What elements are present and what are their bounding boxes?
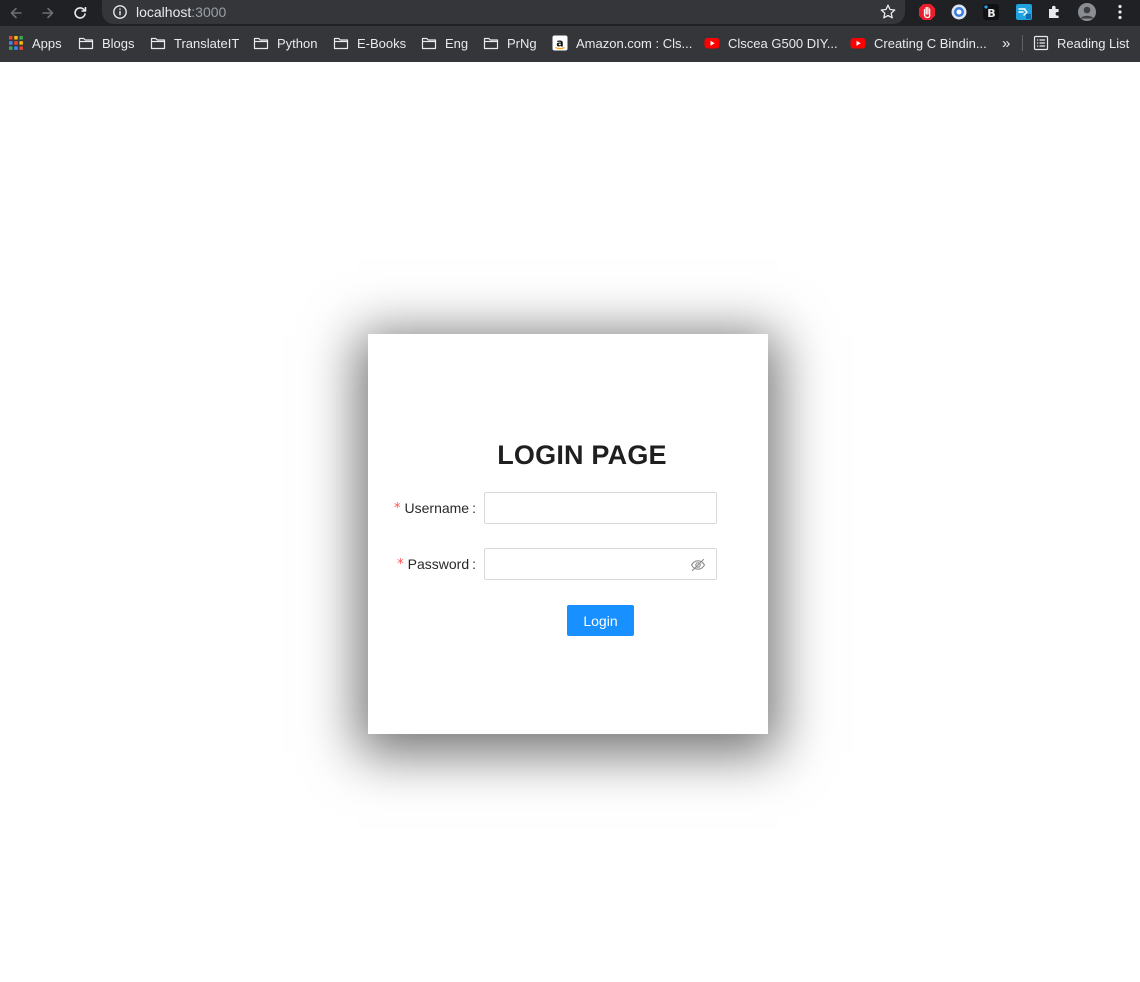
svg-text:a: a [556,37,563,50]
extension-b[interactable]: B [981,2,1001,22]
folder-icon [421,37,437,50]
bookmark-label: Creating C Bindin... [874,35,987,51]
reading-list-label: Reading List [1057,35,1130,51]
translate-arrow-icon [1016,4,1032,20]
url-host: localhost [136,4,192,20]
bookmark-youtube-bindings[interactable]: Creating C Bindin... [850,26,987,60]
bookmark-folder-prng[interactable]: PrNg [483,26,537,60]
b-badge-icon: B [983,4,999,20]
label-colon: : [472,500,476,516]
bookmark-label: Amazon.com : Cls... [576,35,693,51]
puzzle-piece-icon [1049,5,1059,18]
amazon-icon: a [552,35,568,51]
extension-circle[interactable] [949,2,969,22]
bookmarks-divider [1022,35,1023,51]
youtube-icon [850,38,866,49]
apps-grid-icon [9,36,23,50]
bookmark-apps[interactable]: Apps [8,26,62,60]
bookmark-label: Clscea G500 DIY... [728,35,838,51]
folder-icon [253,37,269,50]
username-label: * Username : [394,492,476,524]
password-input-wrapper [484,548,717,580]
username-input[interactable] [485,493,716,523]
more-vertical-icon [1118,4,1122,20]
extensions-menu[interactable] [1045,2,1065,22]
url-port: :3000 [191,4,227,20]
bookmark-label: PrNg [507,35,537,51]
forward-button[interactable] [37,2,59,24]
page-viewport: LOGIN PAGE * Username : * Password : Log… [0,62,1140,982]
username-label-text: Username [404,500,470,516]
chevron-double-right-icon: » [1002,34,1011,52]
required-mark: * [397,556,404,572]
required-mark: * [394,500,401,516]
page-title: LOGIN PAGE [497,440,667,470]
username-form-item: * Username : [368,492,768,524]
forward-arrow-icon [42,7,54,19]
bookmark-star-icon[interactable] [879,3,897,21]
bookmark-amazon[interactable]: a Amazon.com : Cls... [552,26,692,60]
bookmark-folder-blogs[interactable]: Blogs [78,26,135,60]
bookmark-label: Apps [32,35,62,51]
password-input[interactable] [485,549,716,579]
extension-adblock[interactable] [917,2,937,22]
browser-menu-button[interactable] [1110,2,1130,22]
adblock-hand-icon [919,4,935,20]
avatar-icon [1078,3,1096,21]
folder-icon [78,37,94,50]
youtube-icon [704,38,720,49]
folder-icon [483,37,499,50]
extension-translate[interactable] [1014,2,1034,22]
bookmark-label: Python [277,35,318,51]
reading-list-button[interactable]: Reading List [1033,26,1129,60]
svg-text:B: B [987,7,995,20]
address-bar[interactable]: localhost:3000 [102,0,905,24]
eye-invisible-icon[interactable] [690,557,706,573]
login-button[interactable]: Login [567,605,634,636]
bookmark-folder-eng[interactable]: Eng [421,26,468,60]
bookmarks-bar: Apps Blogs TranslateIT Python E-Books En… [0,26,1140,62]
password-label-text: Password [407,556,470,572]
url-text: localhost:3000 [136,4,226,20]
bookmarks-overflow-button[interactable]: » [1002,26,1010,60]
reading-list-icon [1033,35,1049,51]
password-form-item: * Password : [368,548,768,580]
label-colon: : [472,556,476,572]
username-input-wrapper [484,492,717,524]
info-icon[interactable] [112,4,128,20]
folder-icon [333,37,349,50]
bookmark-folder-translateit[interactable]: TranslateIT [150,26,239,60]
reload-icon [74,7,87,19]
profile-avatar[interactable] [1077,2,1097,22]
bookmark-folder-python[interactable]: Python [253,26,317,60]
back-button[interactable] [5,2,27,24]
bookmark-label: Eng [445,35,469,51]
bookmark-label: TranslateIT [174,35,240,51]
target-circle-icon [951,4,967,20]
password-label: * Password : [397,548,476,580]
bookmark-label: E-Books [357,35,407,51]
bookmark-label: Blogs [102,35,135,51]
reload-button[interactable] [69,2,91,24]
bookmark-youtube-g500[interactable]: Clscea G500 DIY... [704,26,838,60]
back-arrow-icon [10,7,22,19]
login-card: LOGIN PAGE * Username : * Password : Log… [368,334,768,734]
browser-toolbar: localhost:3000 B [0,0,1140,26]
folder-icon [150,37,166,50]
bookmark-folder-ebooks[interactable]: E-Books [333,26,406,60]
